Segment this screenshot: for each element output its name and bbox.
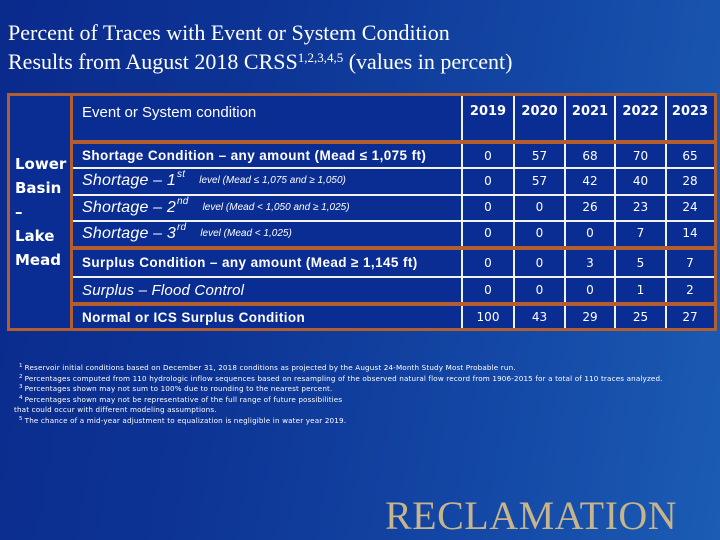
column-header-year: 2023 [671, 104, 709, 119]
conditions-table: Lower Basin – Lake Mead Event or System … [7, 93, 717, 331]
value-cell: 0 [535, 256, 544, 270]
title-line-2-prefix: Results from August 2018 CRSS [8, 49, 298, 74]
title-line-2-suffix: (values in percent) [343, 49, 513, 74]
basin-label: Lower Basin – Lake Mead [15, 152, 66, 272]
value-cell: 40 [632, 174, 649, 188]
footnote-number: 3 [19, 384, 23, 391]
footnote-text: that could occur with different modeling… [14, 405, 217, 415]
value-cell: 25 [632, 310, 649, 324]
value-cell: 43 [531, 310, 548, 324]
footnote: 2 Percentages computed from 110 hydrologi… [19, 374, 709, 385]
footnote: 5 The chance of a mid-year adjustment to … [19, 416, 709, 427]
ordinal-suffix: st [177, 169, 186, 180]
ordinal-suffix: rd [177, 222, 187, 233]
basin-label-cell: Lower Basin – Lake Mead [10, 96, 73, 328]
row-divider [73, 220, 714, 222]
row-label-text: Shortage – 3 [82, 225, 177, 242]
column-header-year: 2019 [469, 104, 507, 119]
footnote-text: The chance of a mid-year adjustment to e… [24, 415, 347, 425]
basin-label-line: Basin [15, 179, 62, 197]
value-cell: 0 [484, 226, 492, 240]
column-header-year: 2021 [571, 104, 609, 119]
column-header-condition: Event or System condition [82, 104, 257, 121]
basin-label-line: Mead [15, 251, 61, 269]
basin-label-line: – [15, 203, 23, 221]
row-label-shortage-level-3: Shortage – 3rd level (Mead < 1,025) [82, 222, 292, 243]
footnote-text: Reservoir initial conditions based on De… [24, 363, 516, 372]
value-cell: 100 [476, 310, 500, 324]
value-cell: 0 [586, 226, 594, 240]
title-footnote-refs: 1,2,3,4,5 [297, 50, 344, 65]
row-label-detail: level (Mead < 1,050 and ≥ 1,025) [202, 202, 350, 213]
value-cell: 0 [484, 256, 492, 270]
row-label-shortage-any: Shortage Condition – any amount (Mead ≤ … [82, 148, 427, 163]
footnote-text: Percentages shown may not sum to 100% du… [24, 384, 333, 394]
row-divider [73, 194, 714, 196]
value-cell: 5 [636, 256, 645, 270]
section-divider [73, 246, 714, 250]
row-label-surplus-flood-control: Surplus – Flood Control [82, 282, 245, 299]
row-label-shortage-level-1: Shortage – 1st level (Mead ≤ 1,075 and ≥ … [82, 169, 346, 190]
row-label-surplus-any: Surplus Condition – any amount (Mead ≥ 1… [82, 255, 418, 270]
value-cell: 29 [582, 310, 598, 324]
column-header-year: 2020 [521, 104, 558, 119]
value-cell: 0 [535, 200, 544, 214]
value-cell: 65 [682, 149, 698, 163]
value-cell: 0 [586, 283, 594, 297]
row-divider [73, 167, 714, 169]
row-label-shortage-level-2: Shortage – 2nd level (Mead < 1,050 and ≥ … [82, 196, 350, 217]
basin-label-line: Lake [15, 227, 55, 245]
footnote-text: Percentages shown may not be representat… [24, 394, 343, 404]
row-label-detail: level (Mead ≤ 1,075 and ≥ 1,050) [199, 175, 346, 186]
header-divider [73, 140, 714, 144]
value-cell: 70 [632, 149, 649, 163]
value-cell: 42 [582, 174, 598, 188]
value-cell: 7 [636, 226, 645, 240]
value-cell: 1 [636, 283, 645, 297]
value-cell: 7 [686, 256, 694, 270]
value-cell: 14 [682, 226, 698, 240]
footnote-text: Percentages computed from 110 hydrologic… [24, 373, 663, 383]
value-cell: 2 [686, 283, 694, 297]
value-cell: 27 [682, 310, 698, 324]
row-label-normal-ics-surplus: Normal or ICS Surplus Condition [82, 310, 306, 325]
value-cell: 57 [531, 149, 548, 163]
reclamation-logo: RECLAMATION [385, 493, 678, 538]
row-label-text: Shortage – 1 [82, 172, 177, 189]
footnotes: 1 Reservoir initial conditions based on D… [14, 363, 709, 427]
column-header-year: 2022 [622, 104, 659, 119]
value-cell: 0 [535, 226, 544, 240]
title-line-2: Results from August 2018 CRSS1,2,3,4,5 (… [8, 47, 512, 76]
value-cell: 26 [582, 200, 598, 214]
value-cell: 68 [582, 149, 598, 163]
footnote-number: 2 [19, 373, 23, 380]
footnote: 4 Percentages shown may not be representa… [19, 395, 709, 406]
value-cell: 0 [484, 283, 492, 297]
value-cell: 0 [484, 149, 492, 163]
footnote: 1 Reservoir initial conditions based on D… [19, 363, 709, 374]
value-cell: 3 [586, 256, 594, 270]
footnote-continuation: that could occur with different modeling… [14, 405, 709, 416]
footnote-number: 4 [19, 394, 23, 401]
row-divider [73, 276, 714, 278]
value-cell: 0 [484, 174, 492, 188]
footnote: 3 Percentages shown may not sum to 100% d… [19, 384, 709, 395]
footnote-number: 5 [19, 415, 23, 422]
section-divider [73, 302, 714, 306]
value-cell: 23 [632, 200, 649, 214]
value-cell: 0 [484, 200, 492, 214]
row-label-text: Shortage – 2 [82, 199, 177, 216]
title-line-1: Percent of Traces with Event or System C… [8, 20, 450, 45]
value-cell: 57 [531, 174, 548, 188]
footnote-number: 1 [19, 363, 23, 369]
value-cell: 0 [535, 283, 544, 297]
value-cell: 24 [682, 200, 698, 214]
value-cell: 28 [682, 174, 698, 188]
row-label-detail: level (Mead < 1,025) [200, 228, 292, 239]
ordinal-suffix: nd [177, 196, 189, 207]
basin-label-line: Lower [15, 155, 67, 173]
slide-title: Percent of Traces with Event or System C… [8, 18, 512, 76]
